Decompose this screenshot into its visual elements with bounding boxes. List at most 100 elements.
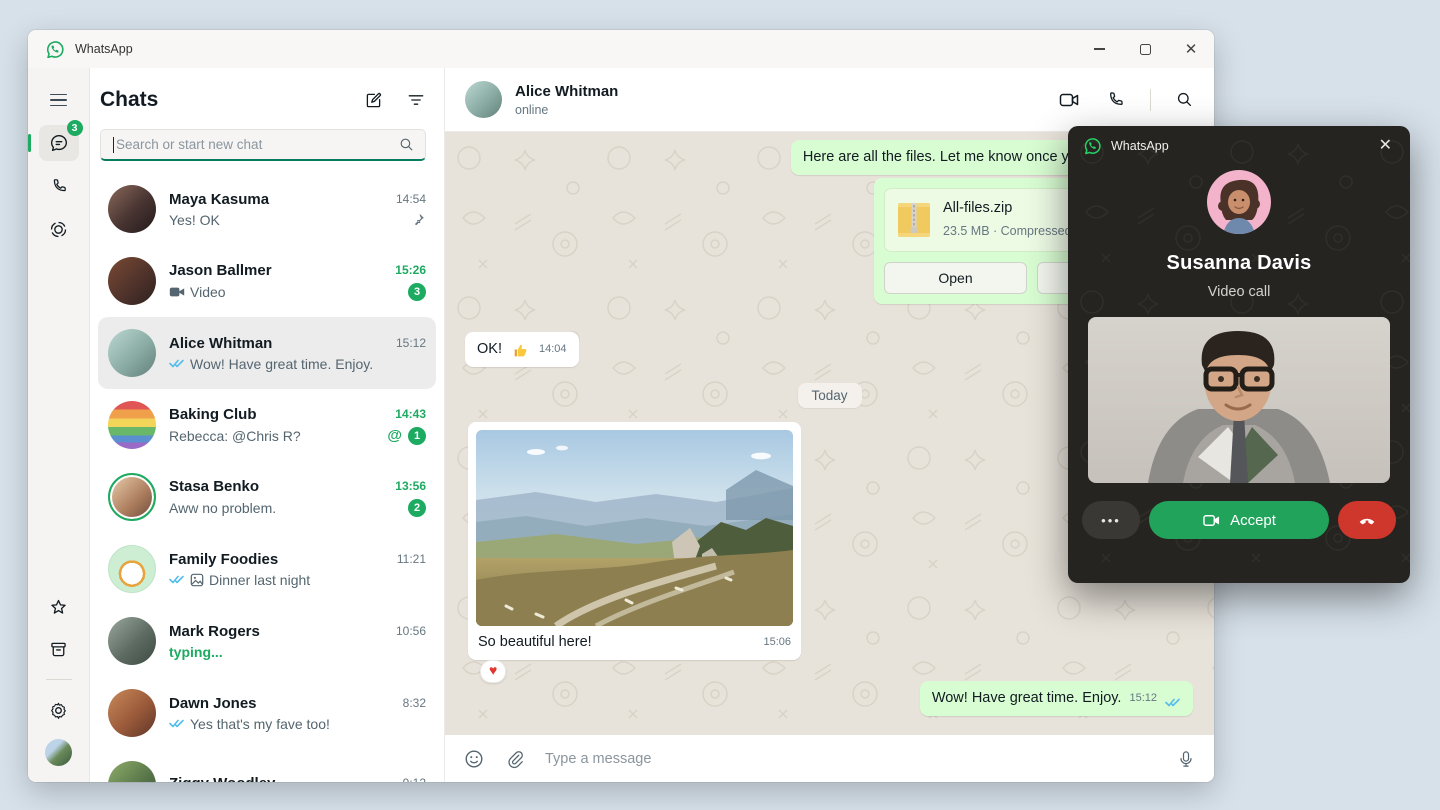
chat-rows: Maya Kasuma14:54Yes! OKJason Ballmer15:2… — [90, 173, 444, 782]
message-text: OK! — [477, 340, 502, 359]
maximize-icon — [1140, 44, 1151, 55]
chat-avatar — [108, 257, 156, 305]
chat-name: Mark Rogers — [169, 623, 388, 640]
chat-name: Dawn Jones — [169, 695, 395, 712]
chat-list-item[interactable]: Jason Ballmer15:26Video3 — [98, 245, 436, 317]
sidebar-item-calls[interactable] — [39, 168, 79, 204]
chat-time: 14:54 — [396, 192, 426, 206]
read-receipt-icon — [169, 718, 185, 729]
search-in-chat-button[interactable] — [1175, 90, 1194, 109]
chat-name: Alice Whitman — [169, 335, 388, 352]
unread-count-badge: 1 — [408, 427, 426, 445]
chat-preview: Yes that's my fave too! — [190, 716, 330, 732]
chat-name: Ziggy Woodley — [169, 775, 395, 783]
filter-icon — [406, 90, 426, 110]
active-indicator — [28, 134, 31, 152]
emoji-icon — [463, 748, 485, 770]
search-input[interactable] — [116, 137, 398, 152]
new-chat-button[interactable] — [363, 90, 384, 111]
emoji-button[interactable] — [463, 748, 485, 770]
chat-list-item[interactable]: Stasa Benko 13:56 Aww no problem. 2 — [98, 461, 436, 533]
call-type-label: Video call — [1082, 284, 1396, 300]
voice-record-button[interactable] — [1176, 748, 1196, 770]
accept-call-label: Accept — [1230, 512, 1276, 529]
chat-time: 9:12 — [403, 776, 426, 782]
landscape-photo[interactable] — [476, 430, 793, 626]
read-receipt-icon — [169, 574, 185, 585]
sidebar-item-chats[interactable]: 3 — [39, 125, 79, 161]
message-input[interactable] — [545, 751, 1156, 767]
attach-button[interactable] — [505, 748, 525, 770]
message-time: 15:06 — [763, 633, 791, 652]
chat-preview: Rebecca: @Chris R? — [169, 428, 301, 444]
conversation-avatar[interactable] — [465, 81, 502, 118]
message-incoming-photo[interactable]: So beautiful here! 15:06 — [468, 422, 801, 660]
call-more-options-button[interactable]: ••• — [1082, 501, 1140, 539]
hamburger-icon — [50, 94, 67, 107]
chat-name: Family Foodies — [169, 551, 389, 568]
caller-name: Susanna Davis — [1082, 252, 1396, 275]
chat-list-item[interactable]: Maya Kasuma14:54Yes! OK — [98, 173, 436, 245]
date-divider: Today — [797, 383, 861, 408]
chat-avatar — [108, 329, 156, 377]
phone-icon — [1105, 89, 1126, 110]
filter-chats-button[interactable] — [406, 90, 426, 111]
close-icon: ✕ — [1185, 42, 1198, 57]
rail-divider — [46, 679, 72, 680]
chat-list-item[interactable]: Mark Rogers10:56typing... — [98, 605, 436, 677]
search-icon — [398, 136, 415, 153]
incoming-call-popup: WhatsApp ✕ Susanna Davis Video call — [1068, 126, 1410, 583]
reaction-pill[interactable]: ♥ — [480, 660, 506, 683]
sidebar-item-status[interactable] — [39, 211, 79, 247]
thumbs-up-emoji — [512, 342, 529, 359]
conversation-header[interactable]: Alice Whitman online — [445, 68, 1214, 132]
chat-time: 13:56 — [395, 479, 426, 493]
search-box[interactable] — [100, 129, 426, 161]
pin-icon — [411, 212, 426, 227]
calls-icon — [49, 176, 69, 196]
nav-rail: 3 — [28, 68, 90, 782]
search-icon — [1175, 90, 1194, 109]
chat-list-item[interactable]: Ziggy Woodley 9:12 — [98, 749, 436, 782]
sidebar-item-settings[interactable] — [39, 692, 79, 728]
message-incoming-ok: OK! 14:04 — [465, 332, 579, 367]
chat-list-item[interactable]: Dawn Jones 8:32 Yes that's my fave too! — [98, 677, 436, 749]
caller-avatar — [1207, 170, 1271, 234]
sidebar-item-starred[interactable] — [39, 589, 79, 625]
open-file-button[interactable]: Open — [884, 262, 1027, 294]
chat-time: 15:26 — [395, 263, 426, 277]
dismiss-call-button[interactable]: ✕ — [1375, 136, 1396, 156]
video-call-button[interactable] — [1057, 88, 1081, 112]
message-outgoing-wow: Wow! Have great time. Enjoy. 15:12 — [920, 681, 1193, 716]
accept-call-button[interactable]: Accept — [1149, 501, 1329, 539]
whatsapp-window: WhatsApp ✕ 3 — [28, 30, 1214, 782]
sidebar-item-archived[interactable] — [39, 631, 79, 667]
caller-avatar-image — [1207, 170, 1271, 234]
chat-time: 8:32 — [403, 696, 426, 710]
chat-list-item[interactable]: Alice Whitman15:12Wow! Have great time. … — [98, 317, 436, 389]
chat-avatar — [108, 401, 156, 449]
conversation-name: Alice Whitman — [515, 83, 1057, 100]
chat-preview: typing... — [169, 644, 223, 660]
chats-unread-badge: 3 — [67, 120, 83, 136]
menu-button[interactable] — [39, 82, 79, 118]
titlebar: WhatsApp ✕ — [28, 30, 1214, 68]
chat-preview: Video — [190, 284, 226, 300]
decline-call-button[interactable] — [1338, 501, 1396, 539]
chat-list-item[interactable]: Baking Club14:43Rebecca: @Chris R?@1 — [98, 389, 436, 461]
chat-preview: Aww no problem. — [169, 500, 276, 516]
voice-call-button[interactable] — [1105, 89, 1126, 110]
profile-avatar[interactable] — [39, 734, 79, 770]
chat-list-panel: Chats — [90, 68, 445, 782]
chat-name: Jason Ballmer — [169, 262, 387, 279]
chat-preview: Yes! OK — [169, 212, 220, 228]
minimize-button[interactable] — [1076, 30, 1122, 68]
archive-icon — [48, 639, 69, 660]
chat-name: Stasa Benko — [169, 478, 387, 495]
chat-list-item[interactable]: Family Foodies11:21Dinner last night — [98, 533, 436, 605]
maximize-button[interactable] — [1122, 30, 1168, 68]
whatsapp-logo-icon — [1082, 136, 1102, 156]
unread-count-badge: 2 — [408, 499, 426, 517]
close-button[interactable]: ✕ — [1168, 30, 1214, 68]
panel-title: Chats — [100, 88, 363, 112]
